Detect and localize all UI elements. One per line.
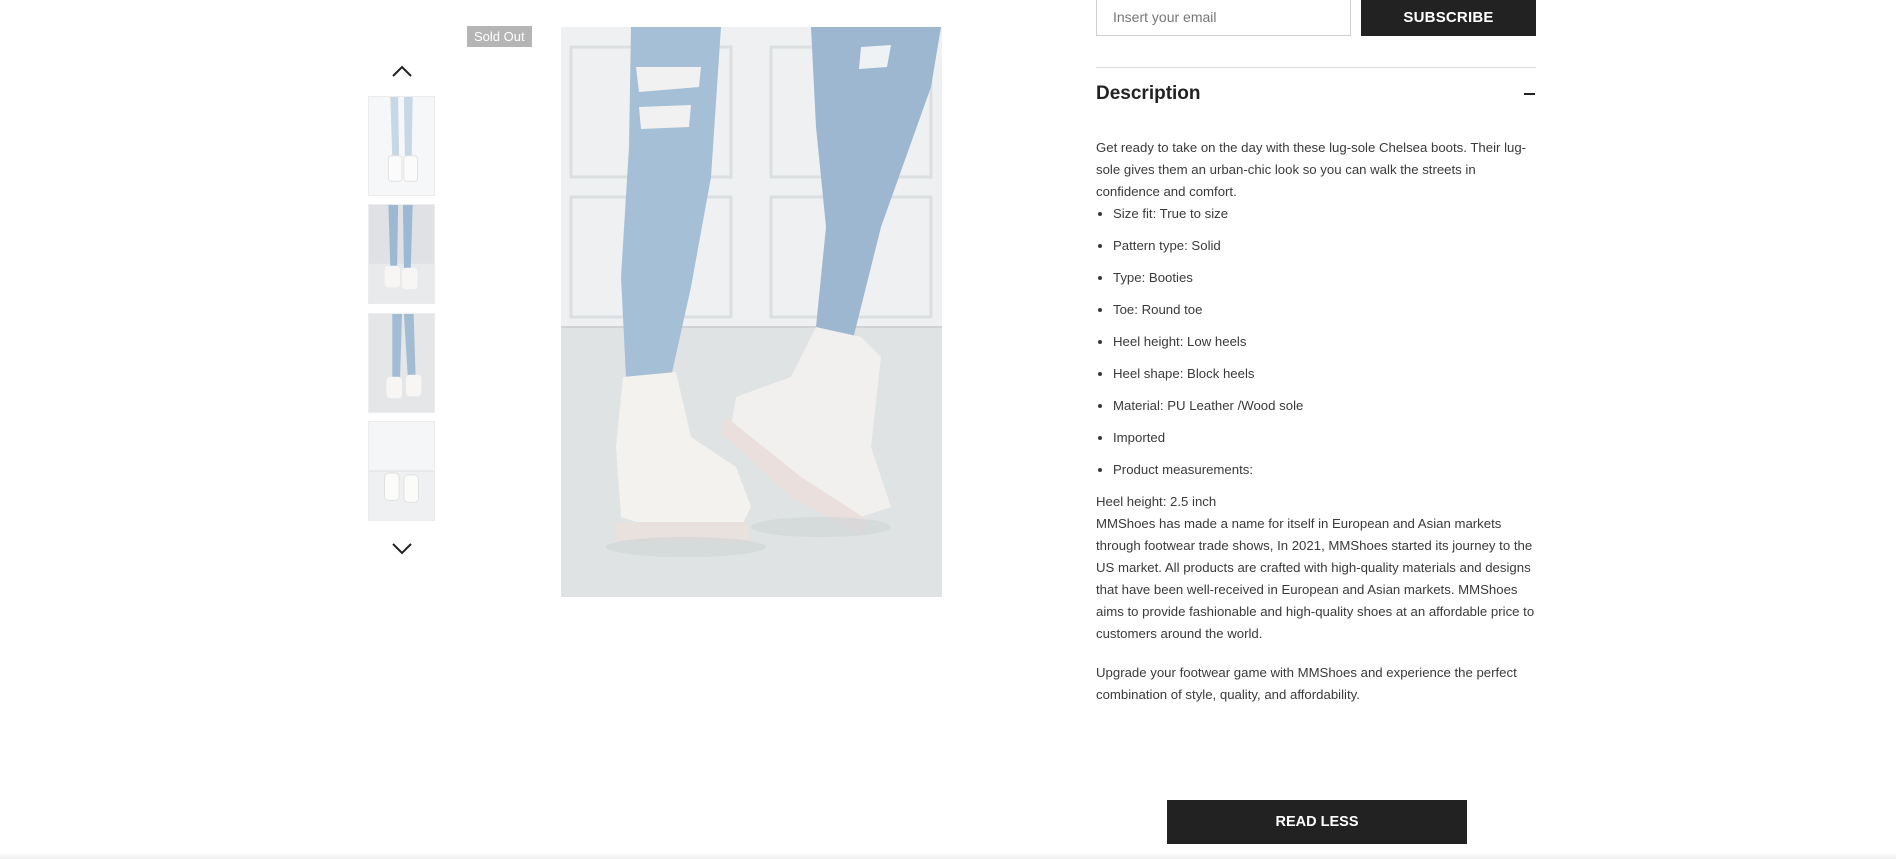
- chevron-down-icon[interactable]: [390, 536, 414, 560]
- measurement-heel-height: Heel height: 2.5 inch: [1096, 494, 1217, 509]
- sold-out-badge: Sold Out: [467, 26, 532, 47]
- main-product-image[interactable]: [561, 27, 942, 597]
- description-intro: Get ready to take on the day with these …: [1096, 140, 1527, 199]
- read-less-button[interactable]: READ LESS: [1167, 800, 1467, 844]
- chevron-up-icon[interactable]: [390, 59, 414, 83]
- product-thumbnail-4[interactable]: [368, 421, 435, 521]
- product-thumbnail-1[interactable]: [368, 96, 435, 196]
- list-item: Pattern type: Solid: [1113, 235, 1536, 267]
- product-thumbnail-3[interactable]: [368, 313, 435, 413]
- closing-paragraph: Upgrade your footwear game with MMShoes …: [1096, 665, 1517, 702]
- product-page: Sold Out Insert your email SUBSCRIBE Des…: [0, 0, 1896, 859]
- list-item: Toe: Round toe: [1113, 299, 1536, 331]
- divider: [1096, 67, 1536, 68]
- email-input[interactable]: [1096, 0, 1351, 36]
- minus-icon[interactable]: [1524, 93, 1535, 95]
- spec-list: Size fit: True to size Pattern type: Sol…: [1096, 203, 1536, 491]
- list-item: Heel height: Low heels: [1113, 331, 1536, 363]
- description-toggle[interactable]: Description: [1096, 80, 1536, 110]
- description-body: Get ready to take on the day with these …: [1096, 137, 1536, 706]
- brand-paragraph: MMShoes has made a name for itself in Eu…: [1096, 516, 1535, 641]
- list-item: Heel shape: Block heels: [1113, 363, 1536, 395]
- product-thumbnail-2[interactable]: [368, 204, 435, 304]
- bottom-shadow: [0, 853, 1896, 859]
- list-item: Product measurements:: [1113, 459, 1536, 491]
- list-item: Size fit: True to size: [1113, 203, 1536, 235]
- list-item: Type: Booties: [1113, 267, 1536, 299]
- subscribe-button[interactable]: SUBSCRIBE: [1361, 0, 1536, 36]
- list-item: Material: PU Leather /Wood sole: [1113, 395, 1536, 427]
- description-title: Description: [1096, 83, 1201, 104]
- list-item: Imported: [1113, 427, 1536, 459]
